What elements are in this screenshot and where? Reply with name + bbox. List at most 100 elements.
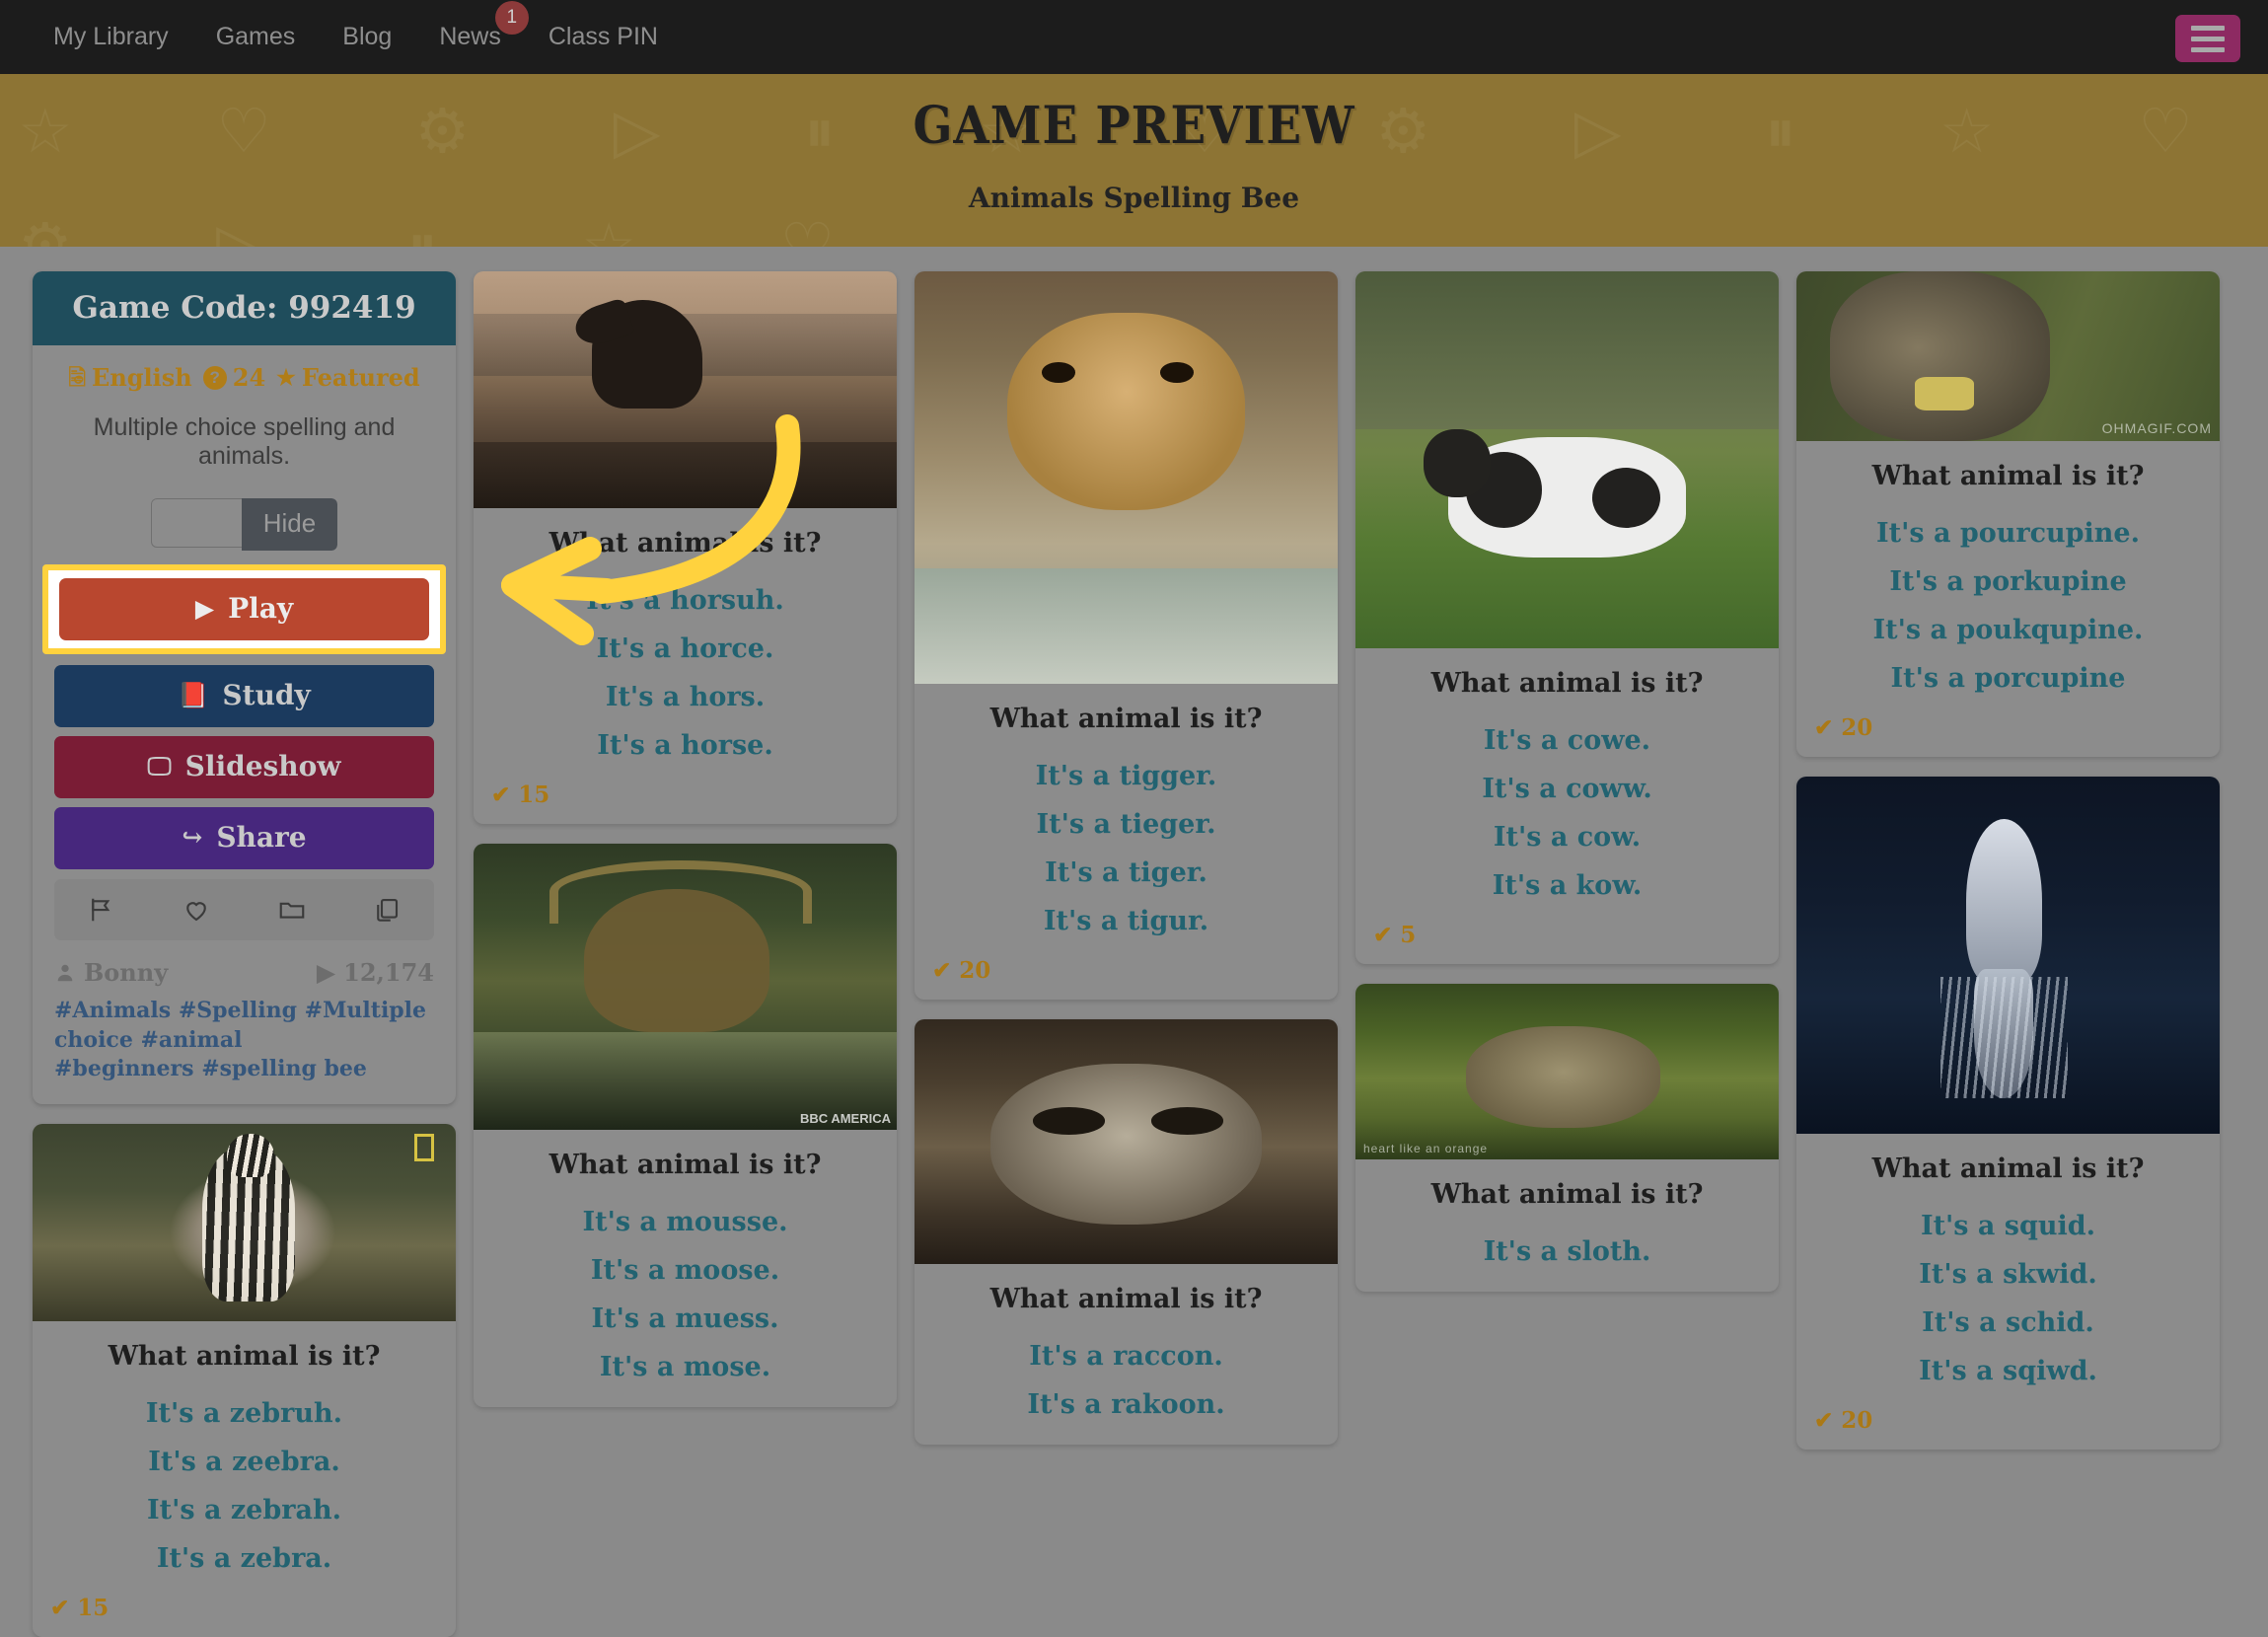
- answer-option[interactable]: It's a zebruh.: [46, 1389, 442, 1438]
- language-meta[interactable]: 🗟 English: [68, 363, 191, 392]
- language-icon: 🗟: [68, 364, 87, 391]
- hamburger-bar: [2191, 46, 2225, 52]
- share-button[interactable]: ↪ Share: [54, 807, 434, 869]
- slideshow-button[interactable]: 🖵 Slideshow: [54, 736, 434, 798]
- check-icon: ✔: [932, 957, 952, 984]
- question-image: [33, 1124, 456, 1322]
- game-description: Multiple choice spelling and animals.: [93, 413, 396, 470]
- game-action-buttons: ▶ Play 📕 Study 🖵 Slideshow ↪ Share: [42, 564, 446, 869]
- featured-meta[interactable]: ★ Featured: [276, 363, 420, 392]
- play-button-label: Play: [228, 592, 294, 625]
- author-block[interactable]: Bonny: [54, 958, 168, 987]
- board-column-2: What animal is it? It's a horsuh. It's a…: [474, 271, 897, 1407]
- nav-link-my-library[interactable]: My Library: [30, 23, 192, 51]
- check-icon: ✔: [50, 1595, 70, 1622]
- answer-count: ✔ 20: [1810, 1407, 2206, 1434]
- user-icon: [57, 964, 73, 981]
- nav-link-news[interactable]: News 1: [415, 1, 529, 51]
- answer-option[interactable]: It's a tieger.: [928, 800, 1324, 849]
- copy-icon[interactable]: [370, 893, 403, 927]
- answer-option[interactable]: It's a zeebra.: [46, 1438, 442, 1486]
- nav-link-class-pin[interactable]: Class PIN: [525, 23, 682, 51]
- question-image: OHMAGIF.COM: [1796, 271, 2220, 441]
- question-card-sloth[interactable]: heart like an orange What animal is it? …: [1355, 984, 1779, 1292]
- question-card-zebra[interactable]: What animal is it? It's a zebruh. It's a…: [33, 1124, 456, 1637]
- answer-option[interactable]: It's a squid.: [1810, 1202, 2206, 1250]
- answer-count: ✔ 5: [1369, 922, 1765, 948]
- answer-option[interactable]: It's a tigur.: [928, 897, 1324, 945]
- answer-option[interactable]: It's a hors.: [487, 673, 883, 721]
- answer-option[interactable]: It's a poukqupine.: [1810, 606, 2206, 654]
- question-card-cow[interactable]: What animal is it? It's a cowe. It's a c…: [1355, 271, 1779, 964]
- answer-option[interactable]: It's a mousse.: [487, 1198, 883, 1246]
- answer-option[interactable]: It's a rakoon.: [928, 1380, 1324, 1429]
- tag-item[interactable]: #Animals: [54, 998, 171, 1023]
- question-text: What animal is it?: [108, 1341, 381, 1373]
- question-card-moose[interactable]: BBC AMERICA What animal is it? It's a mo…: [474, 844, 897, 1407]
- question-card-porcupine[interactable]: OHMAGIF.COM What animal is it? It's a po…: [1796, 271, 2220, 757]
- board-column-4: What animal is it? It's a cowe. It's a c…: [1355, 271, 1779, 1292]
- answer-option[interactable]: It's a cow.: [1369, 813, 1765, 861]
- check-icon: ✔: [1814, 1407, 1834, 1434]
- answer-option[interactable]: It's a moose.: [487, 1246, 883, 1295]
- question-text: What animal is it?: [989, 1284, 1263, 1314]
- study-button[interactable]: 📕 Study: [54, 665, 434, 727]
- answer-count: ✔ 15: [487, 781, 883, 808]
- question-card-squid[interactable]: What animal is it? It's a squid. It's a …: [1796, 777, 2220, 1450]
- answer-option[interactable]: It's a kow.: [1369, 861, 1765, 910]
- hide-toggle[interactable]: Hide: [150, 498, 338, 551]
- answer-option[interactable]: It's a tiger.: [928, 849, 1324, 897]
- answer-option[interactable]: It's a raccon.: [928, 1332, 1324, 1380]
- question-card-raccoon[interactable]: What animal is it? It's a raccon. It's a…: [915, 1019, 1338, 1445]
- answer-option[interactable]: It's a coww.: [1369, 765, 1765, 813]
- answer-option[interactable]: It's a schid.: [1810, 1299, 2206, 1347]
- answer-option[interactable]: It's a tigger.: [928, 752, 1324, 800]
- question-card-horse[interactable]: What animal is it? It's a horsuh. It's a…: [474, 271, 897, 824]
- tag-item[interactable]: #beginners: [54, 1056, 194, 1081]
- answer-option[interactable]: It's a porcupine: [1810, 654, 2206, 703]
- sloth-in-tree-photo: heart like an orange: [1355, 984, 1779, 1159]
- answer-option[interactable]: It's a horsuh.: [487, 576, 883, 625]
- news-notification-badge: 1: [494, 1, 529, 35]
- tag-item[interactable]: #animal: [141, 1027, 243, 1053]
- folder-icon[interactable]: [275, 893, 309, 927]
- answer-option[interactable]: It's a zebrah.: [46, 1486, 442, 1534]
- hide-toggle-label[interactable]: Hide: [241, 498, 338, 551]
- hide-toggle-off-side[interactable]: [150, 498, 242, 548]
- game-code-header: Game Code: 992419: [33, 271, 456, 345]
- nav-link-games[interactable]: Games: [192, 23, 320, 51]
- answer-count: ✔ 20: [1810, 714, 2206, 741]
- heart-icon[interactable]: [180, 893, 213, 927]
- play-button[interactable]: ▶ Play: [59, 578, 429, 640]
- tag-item[interactable]: #spelling bee: [201, 1056, 367, 1081]
- monitor-icon: 🖵: [147, 752, 172, 781]
- answer-option[interactable]: It's a horse.: [487, 721, 883, 770]
- play-icon: ▶: [194, 594, 215, 623]
- answer-option[interactable]: It's a porkupine: [1810, 558, 2206, 606]
- share-arrow-icon: ↪: [182, 823, 203, 852]
- question-body: What animal is it? It's a tigger. It's a…: [915, 684, 1338, 1000]
- answer-option[interactable]: It's a sqiwd.: [1810, 1347, 2206, 1395]
- moose-in-water-photo: BBC AMERICA: [474, 844, 897, 1130]
- answer-option[interactable]: It's a pourcupine.: [1810, 509, 2206, 558]
- answer-option[interactable]: It's a cowe.: [1369, 716, 1765, 765]
- answer-option[interactable]: It's a skwid.: [1810, 1250, 2206, 1299]
- question-image: heart like an orange: [1355, 984, 1779, 1159]
- game-byline: Bonny ▶ 12,174: [54, 958, 434, 987]
- question-image: [1796, 777, 2220, 1134]
- answer-option[interactable]: It's a zebra.: [46, 1534, 442, 1583]
- nav-link-blog[interactable]: Blog: [319, 23, 415, 51]
- nav-link-label: My Library: [53, 23, 169, 50]
- hamburger-menu-icon[interactable]: [2175, 15, 2240, 62]
- answer-option[interactable]: It's a muess.: [487, 1295, 883, 1343]
- question-count-meta[interactable]: ? 24: [202, 363, 265, 392]
- answer-option[interactable]: It's a sloth.: [1369, 1228, 1765, 1276]
- check-icon: ✔: [1814, 714, 1834, 741]
- tag-item[interactable]: #Spelling: [179, 998, 297, 1023]
- tag-list: #Animals #Spelling #Multiple choice #ani…: [54, 997, 434, 1084]
- answer-count-value: 15: [518, 781, 550, 808]
- answer-option[interactable]: It's a horce.: [487, 625, 883, 673]
- flag-icon[interactable]: [85, 893, 118, 927]
- answer-option[interactable]: It's a mose.: [487, 1343, 883, 1391]
- question-card-tiger[interactable]: What animal is it? It's a tigger. It's a…: [915, 271, 1338, 1000]
